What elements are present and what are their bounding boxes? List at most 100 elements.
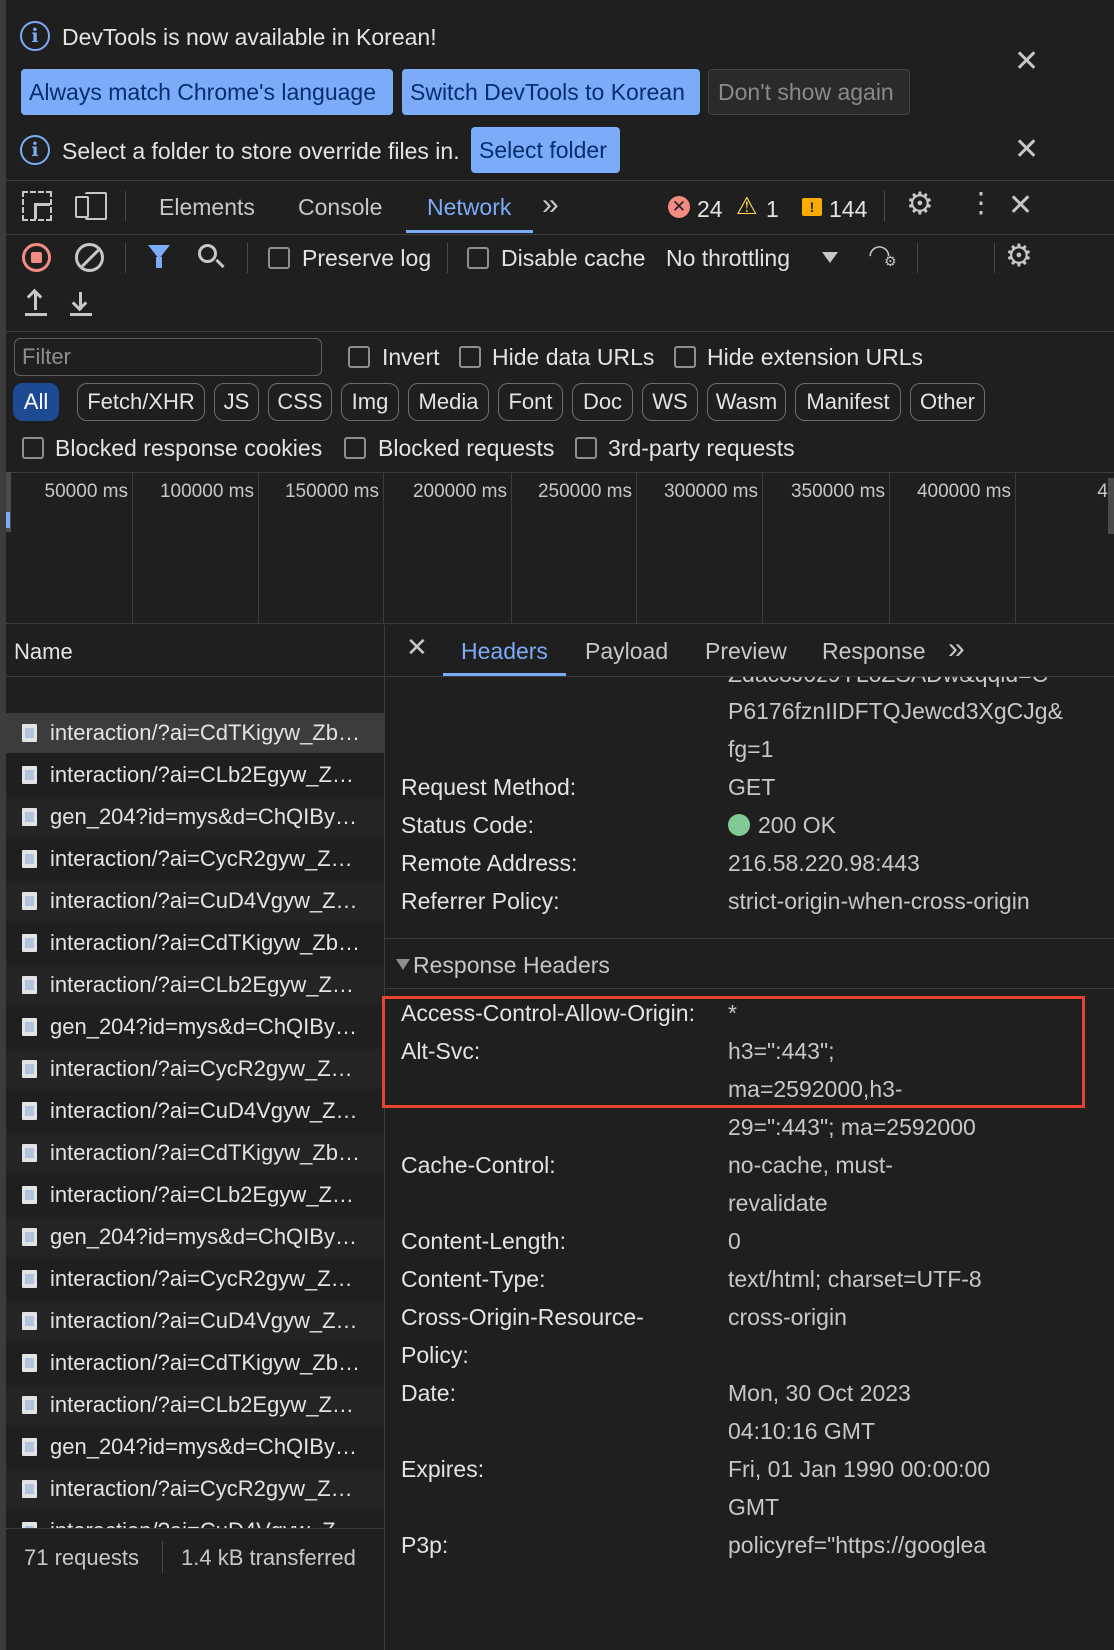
hide-extension-urls-checkbox[interactable] — [674, 346, 696, 368]
warning-icon[interactable]: ⚠ — [736, 192, 758, 220]
close-overrides-infobar-icon[interactable]: ✕ — [1014, 132, 1039, 167]
hide-extension-urls-label[interactable]: Hide extension URLs — [707, 344, 923, 371]
device-toolbar-icon[interactable] — [75, 192, 107, 220]
request-row[interactable]: interaction/?ai=CdTKigyw_Zb… — [6, 713, 384, 753]
filter-input[interactable]: Filter — [14, 338, 322, 376]
chip-other[interactable]: Other — [910, 383, 985, 421]
more-detail-tabs-icon[interactable]: » — [948, 632, 965, 666]
chip-font[interactable]: Font — [498, 383, 563, 421]
warning-count[interactable]: 1 — [766, 196, 779, 223]
request-row[interactable]: interaction/?ai=CuD4Vgyw_Z… — [6, 881, 384, 921]
request-url-line: P6176fznIIDFTQJewcd3XgCJg& — [728, 698, 1063, 724]
header-key: Remote Address: — [401, 850, 578, 876]
request-row[interactable]: interaction/?ai=CLb2Egyw_Z… — [6, 1175, 384, 1215]
clear-icon[interactable] — [75, 243, 104, 272]
chip-manifest[interactable]: Manifest — [795, 383, 901, 421]
chip-css[interactable]: CSS — [268, 383, 332, 421]
select-folder-button[interactable]: Select folder — [471, 127, 620, 173]
close-language-infobar-icon[interactable]: ✕ — [1014, 44, 1039, 79]
error-count[interactable]: 24 — [697, 196, 723, 223]
issues-icon[interactable]: ! — [802, 198, 822, 216]
chip-all[interactable]: All — [13, 383, 59, 421]
invert-label[interactable]: Invert — [382, 344, 440, 371]
switch-to-korean-button[interactable]: Switch DevTools to Korean — [402, 69, 700, 115]
request-row[interactable]: interaction/?ai=CycR2gyw_Z… — [6, 1259, 384, 1299]
tab-preview[interactable]: Preview — [705, 638, 787, 665]
network-settings-gear-icon[interactable]: ⚙ — [1005, 238, 1033, 274]
hide-data-urls-label[interactable]: Hide data URLs — [492, 344, 654, 371]
header-key: Request Method: — [401, 774, 577, 800]
header-key: Date: — [401, 1380, 456, 1406]
preserve-log-checkbox[interactable] — [268, 247, 290, 269]
chip-img[interactable]: Img — [341, 383, 399, 421]
filter-funnel-stem — [156, 257, 162, 268]
more-options-icon[interactable]: ⋮ — [967, 186, 995, 219]
blocked-requests-checkbox[interactable] — [344, 437, 366, 459]
blocked-cookies-checkbox[interactable] — [22, 437, 44, 459]
request-row[interactable]: interaction/?ai=CycR2gyw_Z… — [6, 1049, 384, 1089]
close-devtools-icon[interactable]: ✕ — [1008, 188, 1033, 223]
overrides-infobar-message: Select a folder to store override files … — [62, 138, 460, 164]
request-row[interactable]: interaction/?ai=CdTKigyw_Zb… — [6, 1343, 384, 1383]
blocked-cookies-label[interactable]: Blocked response cookies — [55, 435, 322, 462]
request-list-header[interactable]: Name — [6, 625, 384, 677]
request-row[interactable]: gen_204?id=mys&d=ChQIBy… — [6, 1217, 384, 1257]
header-key: Expires: — [401, 1456, 485, 1482]
chip-wasm[interactable]: Wasm — [707, 383, 786, 421]
request-row[interactable]: gen_204?id=mys&d=ChQIBy… — [6, 1007, 384, 1047]
chevron-down-icon[interactable] — [822, 252, 838, 263]
header-value: text/html; charset=UTF-8 — [728, 1266, 982, 1292]
tab-headers[interactable]: Headers — [461, 638, 548, 665]
tab-response[interactable]: Response — [822, 638, 926, 665]
chip-doc[interactable]: Doc — [572, 383, 633, 421]
dont-show-again-button[interactable]: Don't show again — [708, 69, 910, 115]
request-row[interactable]: interaction/?ai=CuD4Vgyw_Z… — [6, 1301, 384, 1341]
chip-js[interactable]: JS — [214, 383, 259, 421]
tab-network[interactable]: Network — [427, 194, 511, 221]
record-stop-icon[interactable] — [22, 243, 51, 272]
inspect-element-icon[interactable] — [22, 191, 52, 221]
third-party-checkbox[interactable] — [575, 437, 597, 459]
header-value: revalidate — [728, 1190, 828, 1216]
throttling-select[interactable]: No throttling — [666, 245, 790, 272]
disable-cache-checkbox[interactable] — [467, 247, 489, 269]
chip-ws[interactable]: WS — [642, 383, 698, 421]
blocked-requests-label[interactable]: Blocked requests — [378, 435, 554, 462]
request-row[interactable]: interaction/?ai=CLb2Egyw_Z… — [6, 965, 384, 1005]
import-har-icon[interactable] — [25, 288, 47, 318]
toolbar-separator — [247, 243, 248, 273]
tab-elements[interactable]: Elements — [159, 194, 255, 221]
tab-console[interactable]: Console — [298, 194, 382, 221]
search-icon[interactable] — [198, 244, 225, 269]
request-row[interactable]: interaction/?ai=CLb2Egyw_Z… — [6, 1385, 384, 1425]
request-row[interactable]: interaction/?ai=CLb2Egyw_Z… — [6, 755, 384, 795]
invert-checkbox[interactable] — [348, 346, 370, 368]
request-row[interactable]: interaction/?ai=CycR2gyw_Z… — [6, 1469, 384, 1509]
expand-triangle-icon[interactable] — [396, 959, 410, 970]
disable-cache-label[interactable]: Disable cache — [501, 245, 645, 272]
chip-media[interactable]: Media — [408, 383, 489, 421]
error-icon[interactable]: ✕ — [668, 196, 690, 218]
more-tabs-icon[interactable]: » — [542, 188, 559, 222]
response-headers-title[interactable]: Response Headers — [413, 952, 610, 979]
chip-fetch-xhr[interactable]: Fetch/XHR — [77, 383, 205, 421]
header-value: cross-origin — [728, 1304, 847, 1330]
request-row[interactable]: interaction/?ai=CycR2gyw_Z… — [6, 839, 384, 879]
third-party-label[interactable]: 3rd-party requests — [608, 435, 795, 462]
request-row[interactable]: interaction/?ai=CuD4Vgyw_Z… — [6, 1091, 384, 1131]
always-match-language-button[interactable]: Always match Chrome's language — [21, 69, 393, 115]
tab-payload[interactable]: Payload — [585, 638, 668, 665]
request-row[interactable]: interaction/?ai=CdTKigyw_Zb… — [6, 923, 384, 963]
issues-count[interactable]: 144 — [829, 196, 867, 223]
timeline-handle-right[interactable] — [1108, 478, 1114, 534]
hide-data-urls-checkbox[interactable] — [459, 346, 481, 368]
close-details-icon[interactable]: ✕ — [406, 633, 428, 663]
request-row[interactable]: interaction/?ai=CdTKigyw_Zb… — [6, 1133, 384, 1173]
request-row[interactable]: gen_204?id=mys&d=ChQIBy… — [6, 1427, 384, 1467]
export-har-icon[interactable] — [70, 290, 92, 318]
settings-gear-icon[interactable]: ⚙ — [906, 186, 934, 222]
timeline-tick-label: 400000 ms — [916, 481, 1011, 502]
request-row[interactable]: gen_204?id=mys&d=ChQIBy… — [6, 797, 384, 837]
preserve-log-label[interactable]: Preserve log — [302, 245, 431, 272]
name-column-header[interactable]: Name — [14, 639, 73, 665]
